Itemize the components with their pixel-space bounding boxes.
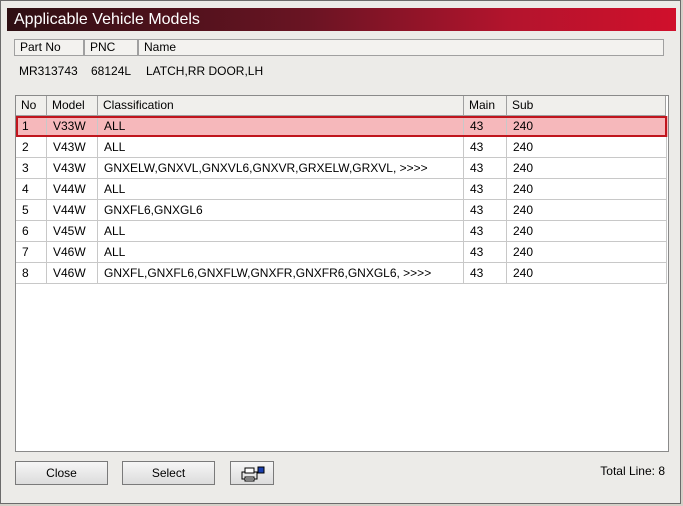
cell-sub: 240 xyxy=(507,116,667,137)
cell-sub: 240 xyxy=(507,158,667,179)
pnc-header: PNC xyxy=(84,39,138,56)
cell-main: 43 xyxy=(464,179,507,200)
cell-classification: ALL xyxy=(98,116,464,137)
cell-no: 8 xyxy=(16,263,47,284)
cell-model: V46W xyxy=(47,263,98,284)
name-header: Name xyxy=(138,39,664,56)
column-header-sub[interactable]: Sub xyxy=(507,96,666,116)
part-info-panel: Part No PNC Name MR313743 68124L LATCH,R… xyxy=(14,39,670,91)
cell-no: 7 xyxy=(16,242,47,263)
cell-no: 5 xyxy=(16,200,47,221)
cell-main: 43 xyxy=(464,242,507,263)
cell-no: 1 xyxy=(16,116,47,137)
cell-model: V43W xyxy=(47,137,98,158)
cell-sub: 240 xyxy=(507,179,667,200)
column-header-model[interactable]: Model xyxy=(47,96,98,116)
table-row[interactable]: 2 V43W ALL 43 240 xyxy=(16,137,668,158)
name-value: LATCH,RR DOOR,LH xyxy=(146,64,264,78)
applicable-vehicle-models-window: Applicable Vehicle Models Part No PNC Na… xyxy=(0,0,681,504)
print-button[interactable] xyxy=(230,461,274,485)
table-header: No Model Classification Main Sub xyxy=(16,96,668,116)
cell-model: V44W xyxy=(47,179,98,200)
vehicle-models-table[interactable]: No Model Classification Main Sub 1 V33W AL… xyxy=(15,95,669,452)
cell-classification: ALL xyxy=(98,179,464,200)
cell-classification: GNXFL,GNXFL6,GNXFLW,GNXFR,GNXFR6,GNXGL6,… xyxy=(98,263,464,284)
window-title: Applicable Vehicle Models xyxy=(7,8,676,31)
cell-classification: ALL xyxy=(98,221,464,242)
table-row[interactable]: 1 V33W ALL 43 240 xyxy=(16,116,668,137)
cell-main: 43 xyxy=(464,158,507,179)
cell-sub: 240 xyxy=(507,263,667,284)
table-row[interactable]: 5 V44W GNXFL6,GNXGL6 43 240 xyxy=(16,200,668,221)
pnc-value: 68124L xyxy=(91,64,132,78)
select-button[interactable]: Select xyxy=(122,461,215,485)
cell-model: V43W xyxy=(47,158,98,179)
cell-model: V44W xyxy=(47,200,98,221)
table-row[interactable]: 7 V46W ALL 43 240 xyxy=(16,242,668,263)
column-header-no[interactable]: No xyxy=(16,96,47,116)
cell-no: 6 xyxy=(16,221,47,242)
cell-sub: 240 xyxy=(507,221,667,242)
cell-classification: ALL xyxy=(98,137,464,158)
cell-model: V33W xyxy=(47,116,98,137)
cell-main: 43 xyxy=(464,116,507,137)
cell-no: 3 xyxy=(16,158,47,179)
table-row[interactable]: 8 V46W GNXFL,GNXFL6,GNXFLW,GNXFR,GNXFR6,GN… xyxy=(16,263,668,284)
part-no-header: Part No xyxy=(14,39,84,56)
cell-model: V45W xyxy=(47,221,98,242)
cell-sub: 240 xyxy=(507,137,667,158)
cell-sub: 240 xyxy=(507,200,667,221)
window-content: Part No PNC Name MR313743 68124L LATCH,R… xyxy=(7,31,676,455)
cell-main: 43 xyxy=(464,263,507,284)
cell-classification: ALL xyxy=(98,242,464,263)
printer-icon xyxy=(241,466,265,482)
table-row[interactable]: 6 V45W ALL 43 240 xyxy=(16,221,668,242)
cell-classification: GNXELW,GNXVL,GNXVL6,GNXVR,GRXELW,GRXVL, … xyxy=(98,158,464,179)
cell-no: 4 xyxy=(16,179,47,200)
cell-classification: GNXFL6,GNXGL6 xyxy=(98,200,464,221)
close-button[interactable]: Close xyxy=(15,461,108,485)
cell-main: 43 xyxy=(464,137,507,158)
table-row[interactable]: 4 V44W ALL 43 240 xyxy=(16,179,668,200)
total-line-count: Total Line: 8 xyxy=(600,464,665,478)
cell-main: 43 xyxy=(464,221,507,242)
part-no-value: MR313743 xyxy=(19,64,78,78)
cell-model: V46W xyxy=(47,242,98,263)
column-header-main[interactable]: Main xyxy=(464,96,507,116)
cell-main: 43 xyxy=(464,200,507,221)
table-row[interactable]: 3 V43W GNXELW,GNXVL,GNXVL6,GNXVR,GRXELW,GR… xyxy=(16,158,668,179)
cell-no: 2 xyxy=(16,137,47,158)
column-header-classification[interactable]: Classification xyxy=(98,96,464,116)
cell-sub: 240 xyxy=(507,242,667,263)
